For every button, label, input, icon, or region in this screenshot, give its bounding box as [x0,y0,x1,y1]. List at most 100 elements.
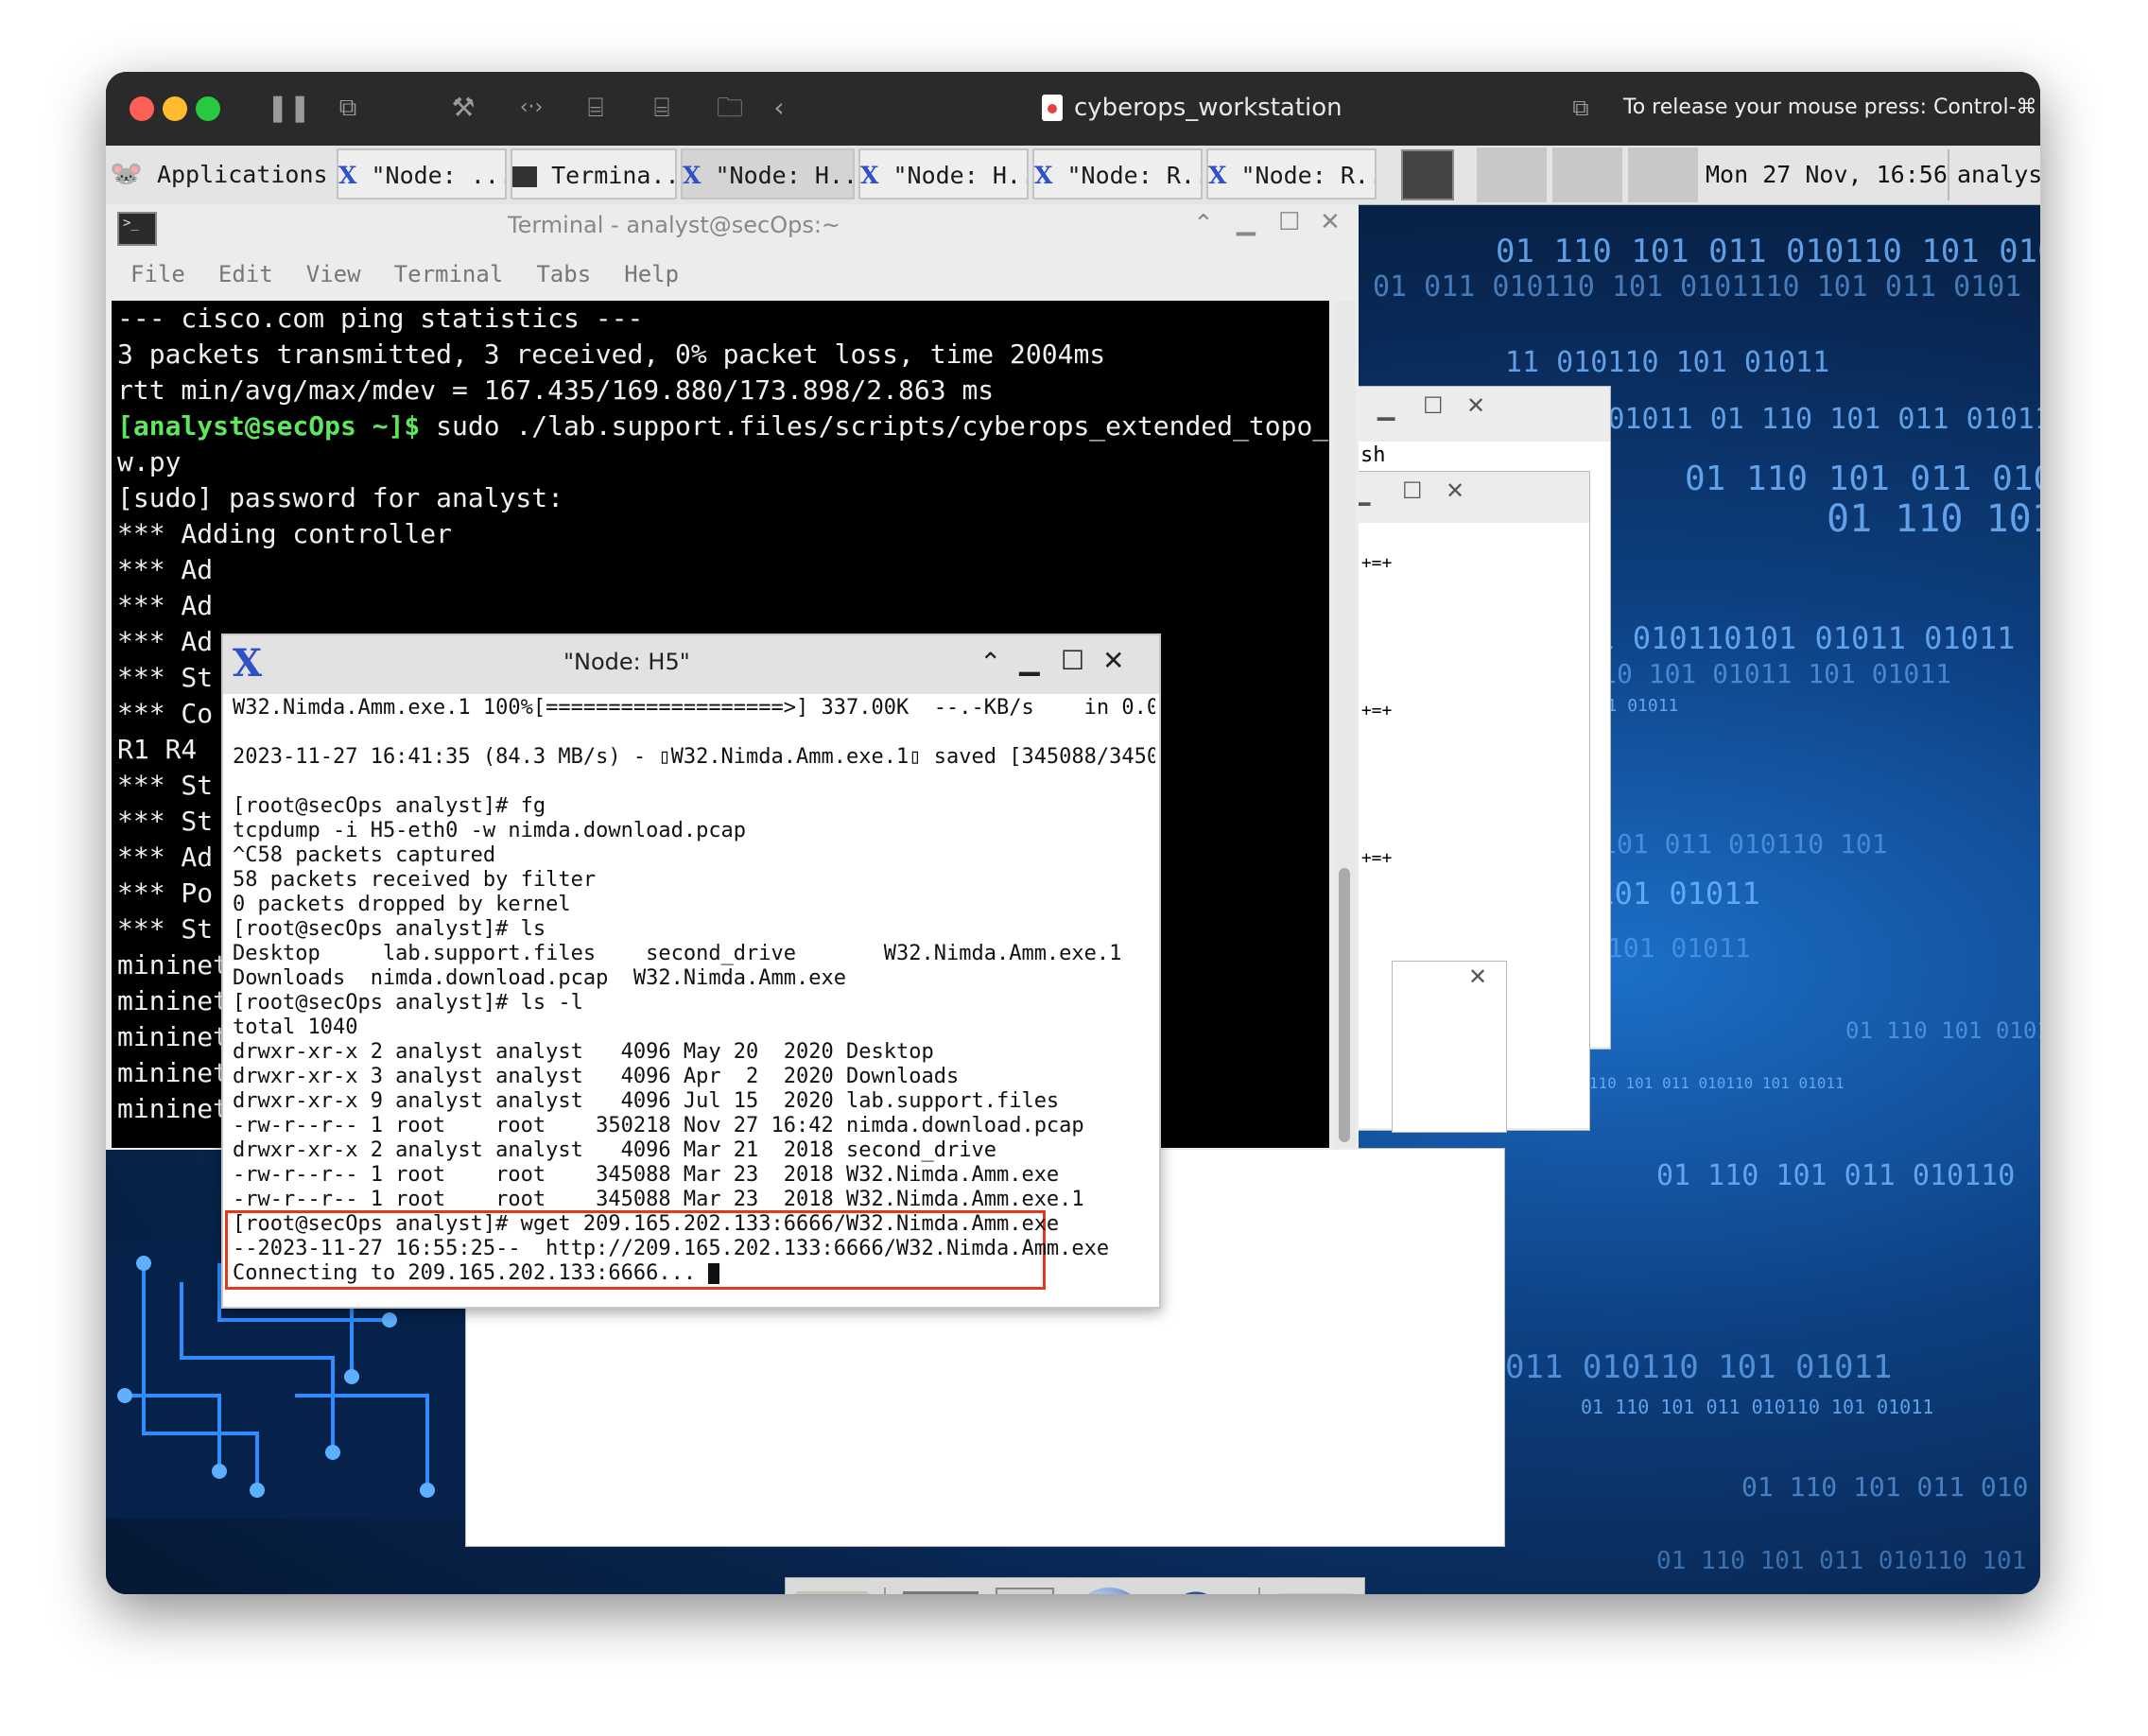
terminal-line: mininet [117,1021,230,1052]
menu-help[interactable]: Help [624,261,679,287]
task-node-r1[interactable]: X "Node: R... [1032,148,1203,200]
xterm-line: tcpdump -i H5-eth0 -w nimda.download.pca… [233,819,747,842]
copy-icon[interactable]: ⧉ [1567,91,1595,125]
terminal-line: R1 R4 [117,734,214,765]
maximize-icon[interactable]: ☐ [1061,645,1084,676]
applications-label: Applications [156,161,327,188]
wrench-icon[interactable]: ⚒ [446,91,480,125]
minimize-icon[interactable]: ▁ [1019,645,1040,676]
applications-menu[interactable]: 🐭 Applications ⁞ [110,148,327,200]
xterm-highlight-line: Connecting to 209.165.202.133:6666... [233,1261,720,1286]
task-node-h5[interactable]: X "Node: H... [681,148,855,200]
terminal-line: *** St [117,806,214,837]
shade-chevron-icon[interactable]: ⌃ [1193,210,1214,238]
task-node-r2[interactable]: X "Node: R... [1206,148,1377,200]
connecting-text: Connecting to 209.165.202.133:6666... [233,1261,709,1285]
dock: >_ [785,1577,1365,1594]
terminal-line: --- cisco.com ping statistics --- [117,303,644,334]
xterm-icon: X [683,162,702,189]
disk-icon[interactable]: ⌸ [579,91,613,125]
minimize-icon[interactable]: ▁ [1377,394,1394,421]
maximize-icon[interactable]: ☐ [1423,392,1444,419]
workspace-4[interactable] [1628,148,1698,202]
xterm-line: 2023-11-27 16:41:35 (84.3 MB/s) - ▯W32.N… [233,745,1155,769]
xterm-line: Desktop lab.support.files second_drive W… [233,942,1122,965]
xterm-node-h5-window[interactable]: X "Node: H5" ⌃ ▁ ☐ ✕ W32.Nimda.Amm.exe.1… [221,634,1161,1309]
maximize-icon[interactable]: ☐ [1402,477,1423,504]
xterm-icon: X [233,641,263,686]
terminal-line: w.py [117,446,182,477]
xterm-line: Downloads nimda.download.pcap W32.Nimda.… [233,966,847,990]
file-cabinet-icon[interactable] [996,1588,1054,1594]
menu-terminal[interactable]: Terminal [394,261,504,287]
close-icon[interactable]: ✕ [1446,477,1464,504]
menu-file[interactable]: File [130,261,185,287]
disk-icon[interactable]: ⌸ [645,91,679,125]
shade-chevron-icon[interactable]: ⌃ [979,647,1001,678]
terminal-line: [sudo] password for analyst: [117,482,564,513]
task-label: "Node: R... [1066,162,1201,189]
clock[interactable]: Mon 27 Nov, 16:56 [1706,149,1948,200]
task-label: "Node: ... [371,162,507,189]
terminal-line: *** St [117,770,214,801]
close-window-button[interactable] [130,96,154,121]
vm-document-icon [1042,95,1063,121]
xterm-icon: X [860,162,879,189]
terminal-line: mininet [117,1093,230,1124]
terminal-line: *** Co [117,698,214,729]
folder-icon[interactable] [1277,1593,1355,1594]
task-node-h[interactable]: X "Node: H... [858,148,1029,200]
xterm-line: -rw-r--r-- 1 root root 345088 Mar 23 201… [233,1163,1060,1187]
minimize-icon[interactable]: ▁ [1237,208,1256,236]
workspace-3[interactable] [1552,148,1622,202]
menu-edit[interactable]: Edit [218,261,273,287]
close-icon[interactable]: ✕ [1102,645,1124,676]
task-terminal[interactable]: Termina... [511,148,677,200]
zoom-window-button[interactable] [196,96,220,121]
minimize-window-button[interactable] [163,96,187,121]
folder-drive-icon[interactable] [795,1591,869,1594]
search-icon[interactable] [1164,1586,1241,1594]
folder-share-icon[interactable]: 🗀 [713,91,747,125]
xterm-line: drwxr-xr-x 9 analyst analyst 4096 Jul 15… [233,1089,1060,1113]
terminal-line: mininet [117,1057,230,1088]
xterm-line: [root@secOps analyst]# fg [233,794,546,818]
xterm-title: "Node: H5" [563,649,690,675]
terminal-command-line: [analyst@secOps ~]$ sudo ./lab.support.f… [117,408,1329,444]
close-icon[interactable]: ✕ [1466,392,1485,419]
xterm-screen[interactable]: W32.Nimda.Amm.exe.1 100%[===============… [223,694,1155,1305]
workspace-switcher[interactable] [1401,149,1454,200]
xterm-line: [root@secOps analyst]# ls -l [233,991,583,1015]
workspace-2[interactable] [1477,148,1547,202]
terminal-line: *** Ad [117,626,214,657]
task-label: "Node: H... [892,162,1027,189]
terminal-line: rtt min/avg/max/mdev = 167.435/169.880/1… [117,374,995,406]
back-window-3[interactable]: ✕ [1392,961,1507,1133]
terminal-line: mininet [117,949,230,981]
snapshot-icon[interactable]: ⧉ [331,91,365,125]
close-icon[interactable]: ✕ [1320,208,1341,236]
maximize-icon[interactable]: ☐ [1278,208,1300,236]
xterm-line: 0 packets dropped by kernel [233,893,571,916]
release-mouse-hint: To release your mouse press: Control-⌘ [1623,95,2037,119]
vm-host-window: ❚❚ ⧉ ⚒ ‹·› ⌸ ⌸ 🗀 ‹ cyberops_workstation … [106,72,2040,1594]
menu-tabs[interactable]: Tabs [536,261,591,287]
user-label[interactable]: analyst [1948,149,2040,200]
task-label: "Node: H... [715,162,853,189]
terminal-line: *** Ad [117,554,214,585]
xterm-titlebar: X "Node: H5" ⌃ ▁ ☐ ✕ [223,635,1159,694]
web-browser-icon[interactable] [1071,1588,1147,1594]
terminal-line: *** Po [117,877,214,909]
terminal-icon[interactable]: >_ [903,1591,979,1594]
pause-icon[interactable]: ❚❚ [267,91,311,125]
terminal-scrollbar[interactable] [1335,301,1356,1148]
shell-prompt: [analyst@secOps ~]$ [117,410,421,442]
close-icon[interactable]: ✕ [1468,963,1487,990]
back-chevron-icon[interactable]: ‹ [768,91,790,125]
code-arrows-icon[interactable]: ‹·› [512,91,550,125]
host-window-title: cyberops_workstation [1074,94,1342,122]
menu-view[interactable]: View [306,261,361,287]
xterm-highlight-line: --2023-11-27 16:55:25-- http://209.165.2… [233,1237,1110,1260]
xterm-line: ^C58 packets captured [233,843,496,867]
task-node-1[interactable]: X "Node: ... [337,148,507,200]
